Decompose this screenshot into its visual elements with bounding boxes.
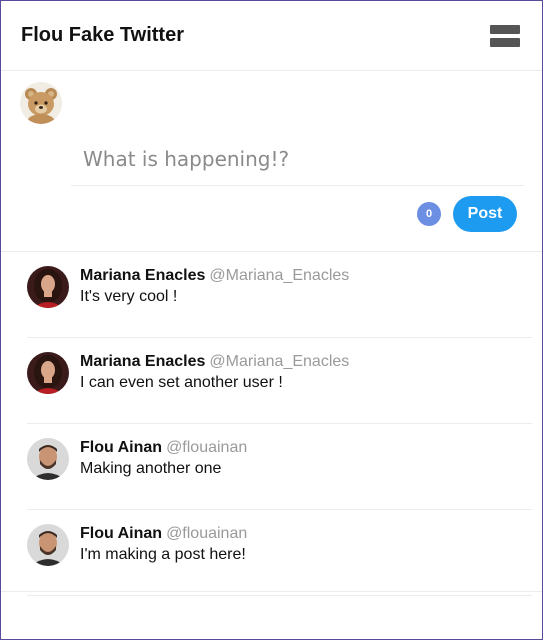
app-window: Flou Fake Twitter What is happening!? 0 [0,0,543,640]
woman-avatar[interactable] [27,266,69,308]
author-name[interactable]: Mariana Enacles [80,267,205,284]
man-avatar[interactable] [27,524,69,566]
post-text: It's very cool ! [80,288,178,305]
char-counter-badge: 0 [417,202,441,226]
teddy-bear-avatar [20,82,62,124]
compose-input[interactable]: What is happening!? [83,147,289,171]
post-author-line: Mariana Enacles @Mariana_Enacles [80,353,349,371]
author-name[interactable]: Flou Ainan [80,439,162,456]
author-handle[interactable]: @Mariana_Enacles [209,353,349,370]
top-bar: Flou Fake Twitter [1,1,542,71]
post-item[interactable]: Mariana Enacles @Mariana_Enacles I can ev… [27,338,532,424]
post-author-line: Flou Ainan @flouainan [80,439,247,457]
post-item[interactable]: Flou Ainan @flouainan Making another one [27,424,532,510]
post-author-line: Flou Ainan @flouainan [80,525,247,543]
feed-bottom-divider [1,591,542,592]
post-item[interactable]: Mariana Enacles @Mariana_Enacles It's ver… [27,252,532,338]
author-name[interactable]: Mariana Enacles [80,353,205,370]
hamburger-menu-icon[interactable] [490,24,520,47]
woman-avatar[interactable] [27,352,69,394]
author-name[interactable]: Flou Ainan [80,525,162,542]
post-item[interactable]: Flou Ainan @flouainan I'm making a post h… [27,510,532,596]
post-text: I'm making a post here! [80,546,246,563]
author-handle[interactable]: @Mariana_Enacles [209,267,349,284]
post-button[interactable]: Post [453,196,517,232]
app-title: Flou Fake Twitter [21,24,184,46]
author-handle[interactable]: @flouainan [166,439,247,456]
post-author-line: Mariana Enacles @Mariana_Enacles [80,267,349,285]
post-text: Making another one [80,460,222,477]
post-text: I can even set another user ! [80,374,283,391]
post-feed: Mariana Enacles @Mariana_Enacles It's ver… [1,252,542,596]
author-handle[interactable]: @flouainan [166,525,247,542]
man-avatar[interactable] [27,438,69,480]
compose-divider [71,185,524,186]
